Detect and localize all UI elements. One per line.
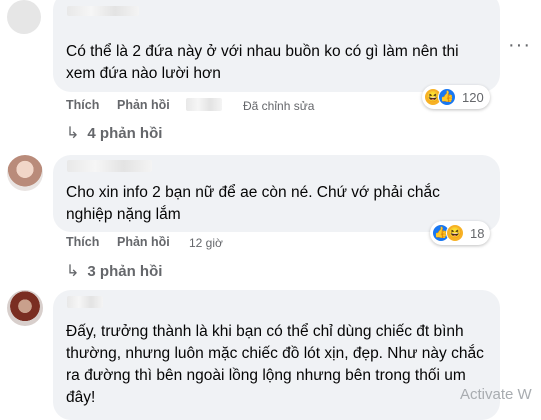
comment-time[interactable]: 12 giờ <box>189 236 223 250</box>
view-replies-link[interactable]: ↳ 4 phản hồi <box>66 123 162 143</box>
commenter-name[interactable] <box>67 160 152 172</box>
reply-button[interactable]: Phản hồi <box>117 98 170 112</box>
reaction-summary[interactable]: 😆 👍 120 <box>422 85 490 109</box>
avatar[interactable] <box>7 290 43 326</box>
redacted-timestamp <box>186 98 222 111</box>
more-options-icon[interactable]: ··· <box>508 34 531 57</box>
replies-count: 3 phản hồi <box>87 263 163 280</box>
reaction-summary[interactable]: 👍 😆 18 <box>430 221 491 245</box>
like-reaction-icon: 👍 <box>438 88 456 106</box>
like-button[interactable]: Thích <box>66 235 99 249</box>
comment-text: Cho xin info 2 bạn nữ để ae còn né. Chứ … <box>66 184 440 223</box>
reply-arrow-icon: ↳ <box>66 125 80 142</box>
haha-reaction-icon: 😆 <box>446 224 464 242</box>
view-replies-link[interactable]: ↳ 3 phản hồi <box>66 261 162 281</box>
commenter-name[interactable] <box>67 296 103 308</box>
reply-button[interactable]: Phản hồi <box>117 235 170 249</box>
reaction-count: 18 <box>470 225 485 241</box>
commenter-name[interactable] <box>67 6 139 16</box>
comment-text: Đấy, trưởng thành là khi bạn có thể chỉ … <box>66 323 484 406</box>
replies-count: 4 phản hồi <box>87 125 163 142</box>
like-button[interactable]: Thích <box>66 98 99 112</box>
avatar[interactable] <box>7 155 43 191</box>
comment-text: Có thể là 2 đứa này ở với nhau buồn ko c… <box>66 43 459 82</box>
activation-watermark: Activate W <box>460 386 532 403</box>
reaction-count: 120 <box>462 89 484 105</box>
avatar[interactable] <box>7 0 41 34</box>
edited-label: Đã chỉnh sửa <box>243 99 315 113</box>
reply-arrow-icon: ↳ <box>66 263 80 280</box>
